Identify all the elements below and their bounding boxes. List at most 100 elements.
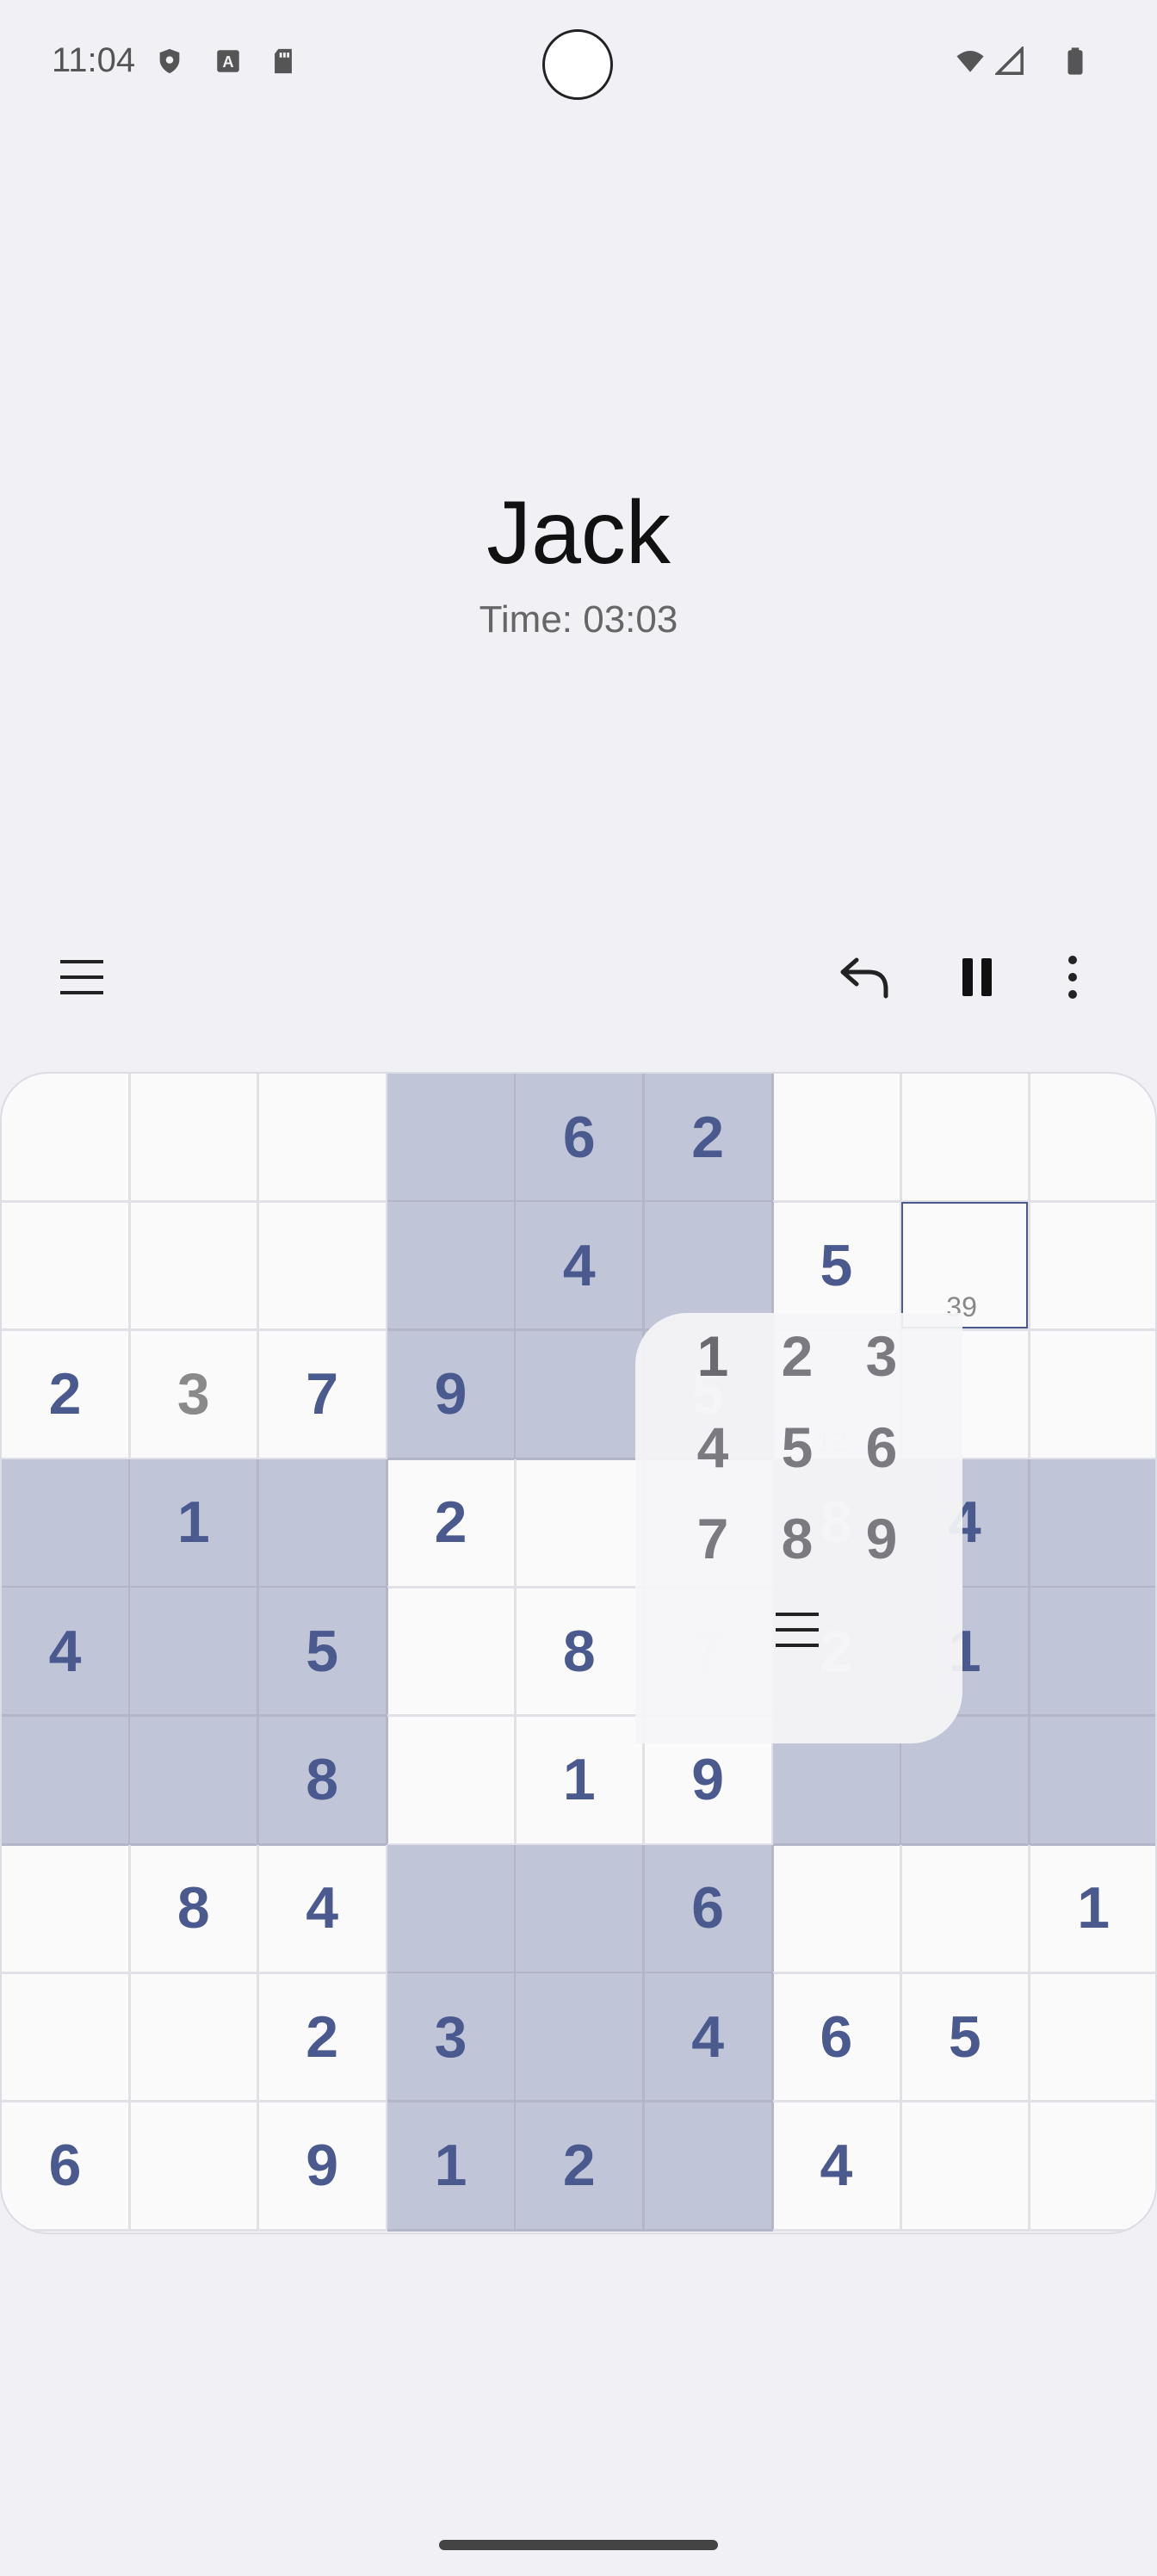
digit-4-button[interactable]: 4 <box>670 1404 756 1490</box>
sudoku-cell-r7c7[interactable] <box>772 1844 902 1974</box>
digit-5-button[interactable]: 5 <box>754 1404 840 1490</box>
sudoku-cell-r3c4[interactable]: 9 <box>387 1330 517 1460</box>
sudoku-cell-r8c3[interactable]: 2 <box>258 1973 388 2103</box>
sudoku-cell-r9c9[interactable] <box>1030 2102 1155 2232</box>
sudoku-cell-r8c6[interactable]: 4 <box>644 1973 774 2103</box>
home-indicator[interactable] <box>439 2540 718 2550</box>
sudoku-cell-r4c3[interactable] <box>258 1458 388 1588</box>
camera-cutout <box>542 29 613 100</box>
sudoku-cell-r2c7[interactable]: 5 <box>772 1202 902 1332</box>
sudoku-cell-r2c9[interactable] <box>1030 1202 1155 1332</box>
sudoku-cell-r5c2[interactable] <box>130 1588 260 1718</box>
sudoku-cell-r1c2[interactable] <box>130 1074 260 1203</box>
digit-1-button[interactable]: 1 <box>670 1313 756 1399</box>
sudoku-cell-r2c4[interactable] <box>387 1202 517 1332</box>
picker-menu-button[interactable] <box>754 1587 840 1673</box>
status-time: 11:04 <box>52 41 136 79</box>
sudoku-cell-r5c1[interactable]: 4 <box>2 1588 131 1718</box>
sudoku-cell-r8c7[interactable]: 6 <box>772 1973 902 2103</box>
sudoku-cell-r9c3[interactable]: 9 <box>258 2102 388 2232</box>
sudoku-cell-r1c9[interactable] <box>1030 1074 1155 1203</box>
sudoku-cell-r9c2[interactable] <box>130 2102 260 2232</box>
sudoku-cell-r1c1[interactable] <box>2 1074 131 1203</box>
sudoku-cell-r1c8[interactable] <box>901 1074 1031 1203</box>
sudoku-cell-r1c7[interactable] <box>772 1074 902 1203</box>
digit-7-button[interactable]: 7 <box>670 1495 756 1582</box>
sudoku-cell-r4c9[interactable] <box>1030 1458 1155 1588</box>
sudoku-cell-r6c5[interactable]: 1 <box>516 1716 646 1846</box>
sudoku-cell-r7c1[interactable] <box>2 1844 131 1974</box>
more-vert-icon <box>1068 956 1077 999</box>
sudoku-cell-r7c5[interactable] <box>516 1844 646 1974</box>
sudoku-cell-r6c4[interactable] <box>387 1716 517 1846</box>
digit-6-button[interactable]: 6 <box>838 1404 925 1490</box>
sudoku-cell-r8c2[interactable] <box>130 1973 260 2103</box>
sudoku-cell-r1c6[interactable]: 2 <box>644 1074 774 1203</box>
digit-3-button[interactable]: 3 <box>838 1313 925 1399</box>
sudoku-cell-r1c5[interactable]: 6 <box>516 1074 646 1203</box>
sudoku-cell-r5c5[interactable]: 8 <box>516 1588 646 1718</box>
undo-button[interactable] <box>831 943 900 1012</box>
sudoku-cell-r3c3[interactable]: 7 <box>258 1330 388 1460</box>
sudoku-cell-r8c9[interactable] <box>1030 1973 1155 2103</box>
shield-icon <box>159 48 180 74</box>
sudoku-cell-r3c1[interactable]: 2 <box>2 1330 131 1460</box>
sudoku-cell-r3c9[interactable] <box>1030 1331 1155 1460</box>
sudoku-board: 6245392379512128445872181984612346569124 <box>0 1072 1157 2234</box>
sudoku-cell-r7c6[interactable]: 6 <box>644 1844 774 1974</box>
sudoku-cell-r7c9[interactable]: 1 <box>1030 1845 1155 1974</box>
menu-button[interactable] <box>47 943 116 1012</box>
sudoku-cell-r4c2[interactable]: 1 <box>130 1458 260 1588</box>
sudoku-cell-r6c2[interactable] <box>130 1716 260 1846</box>
sudoku-cell-r8c4[interactable]: 3 <box>387 1973 517 2103</box>
wifi-icon <box>956 50 984 72</box>
sudoku-cell-r2c5[interactable]: 4 <box>516 1202 646 1332</box>
sudoku-cell-r7c8[interactable] <box>901 1844 1031 1974</box>
sudoku-cell-r8c8[interactable]: 5 <box>901 1973 1031 2103</box>
sudoku-cell-r9c5[interactable]: 2 <box>516 2102 646 2232</box>
player-name: Jack <box>486 483 671 583</box>
pause-button[interactable] <box>944 943 1012 1012</box>
sudoku-cell-r6c9[interactable] <box>1030 1716 1155 1846</box>
battery-icon <box>1067 47 1083 75</box>
sudoku-cell-r7c2[interactable]: 8 <box>130 1844 260 1974</box>
sudoku-cell-r4c1[interactable] <box>2 1458 131 1588</box>
sudoku-cell-r8c5[interactable] <box>516 1973 646 2103</box>
sudoku-cell-r5c3[interactable]: 5 <box>258 1588 388 1718</box>
sudoku-cell-r1c4[interactable] <box>387 1074 517 1203</box>
sudoku-cell-r9c1[interactable]: 6 <box>2 2102 131 2232</box>
sudoku-cell-r9c4[interactable]: 1 <box>387 2102 517 2232</box>
digit-2-button[interactable]: 2 <box>754 1313 840 1399</box>
sudoku-cell-r2c8[interactable]: 39 <box>901 1202 1031 1332</box>
sudoku-cell-r2c3[interactable] <box>258 1202 388 1332</box>
sudoku-cell-r2c2[interactable] <box>130 1202 260 1332</box>
cellular-signal-icon <box>995 46 1024 75</box>
number-picker: 1 2 3 4 5 6 7 8 9 <box>635 1313 962 1743</box>
more-options-button[interactable] <box>1038 943 1107 1012</box>
sudoku-cell-r6c3[interactable]: 8 <box>258 1716 388 1846</box>
sudoku-cell-r5c9[interactable] <box>1030 1588 1155 1718</box>
svg-text:A: A <box>222 53 233 71</box>
sudoku-cell-r4c5[interactable] <box>516 1458 646 1588</box>
sudoku-cell-r7c4[interactable] <box>387 1844 517 1974</box>
menu-icon <box>60 960 103 994</box>
game-timer: Time: 03:03 <box>479 598 678 641</box>
sudoku-cell-r9c8[interactable] <box>901 2102 1031 2232</box>
digit-9-button[interactable]: 9 <box>838 1495 925 1582</box>
digit-8-button[interactable]: 8 <box>754 1495 840 1582</box>
menu-icon <box>776 1613 819 1647</box>
sudoku-cell-r5c4[interactable] <box>387 1588 517 1718</box>
sudoku-cell-r8c1[interactable] <box>2 1973 131 2103</box>
sudoku-cell-r3c5[interactable] <box>516 1330 646 1460</box>
sudoku-cell-r9c6[interactable] <box>644 2102 774 2232</box>
undo-icon <box>840 957 888 999</box>
sudoku-cell-r4c4[interactable]: 2 <box>387 1458 517 1588</box>
sd-card-icon <box>275 48 292 74</box>
sudoku-cell-r2c6[interactable] <box>644 1202 774 1332</box>
sudoku-cell-r7c3[interactable]: 4 <box>258 1844 388 1974</box>
sudoku-cell-r2c1[interactable] <box>2 1202 131 1332</box>
sudoku-cell-r3c2[interactable]: 3 <box>130 1330 260 1460</box>
sudoku-cell-r9c7[interactable]: 4 <box>772 2102 902 2232</box>
sudoku-cell-r6c1[interactable] <box>2 1716 131 1846</box>
sudoku-cell-r1c3[interactable] <box>258 1074 388 1203</box>
